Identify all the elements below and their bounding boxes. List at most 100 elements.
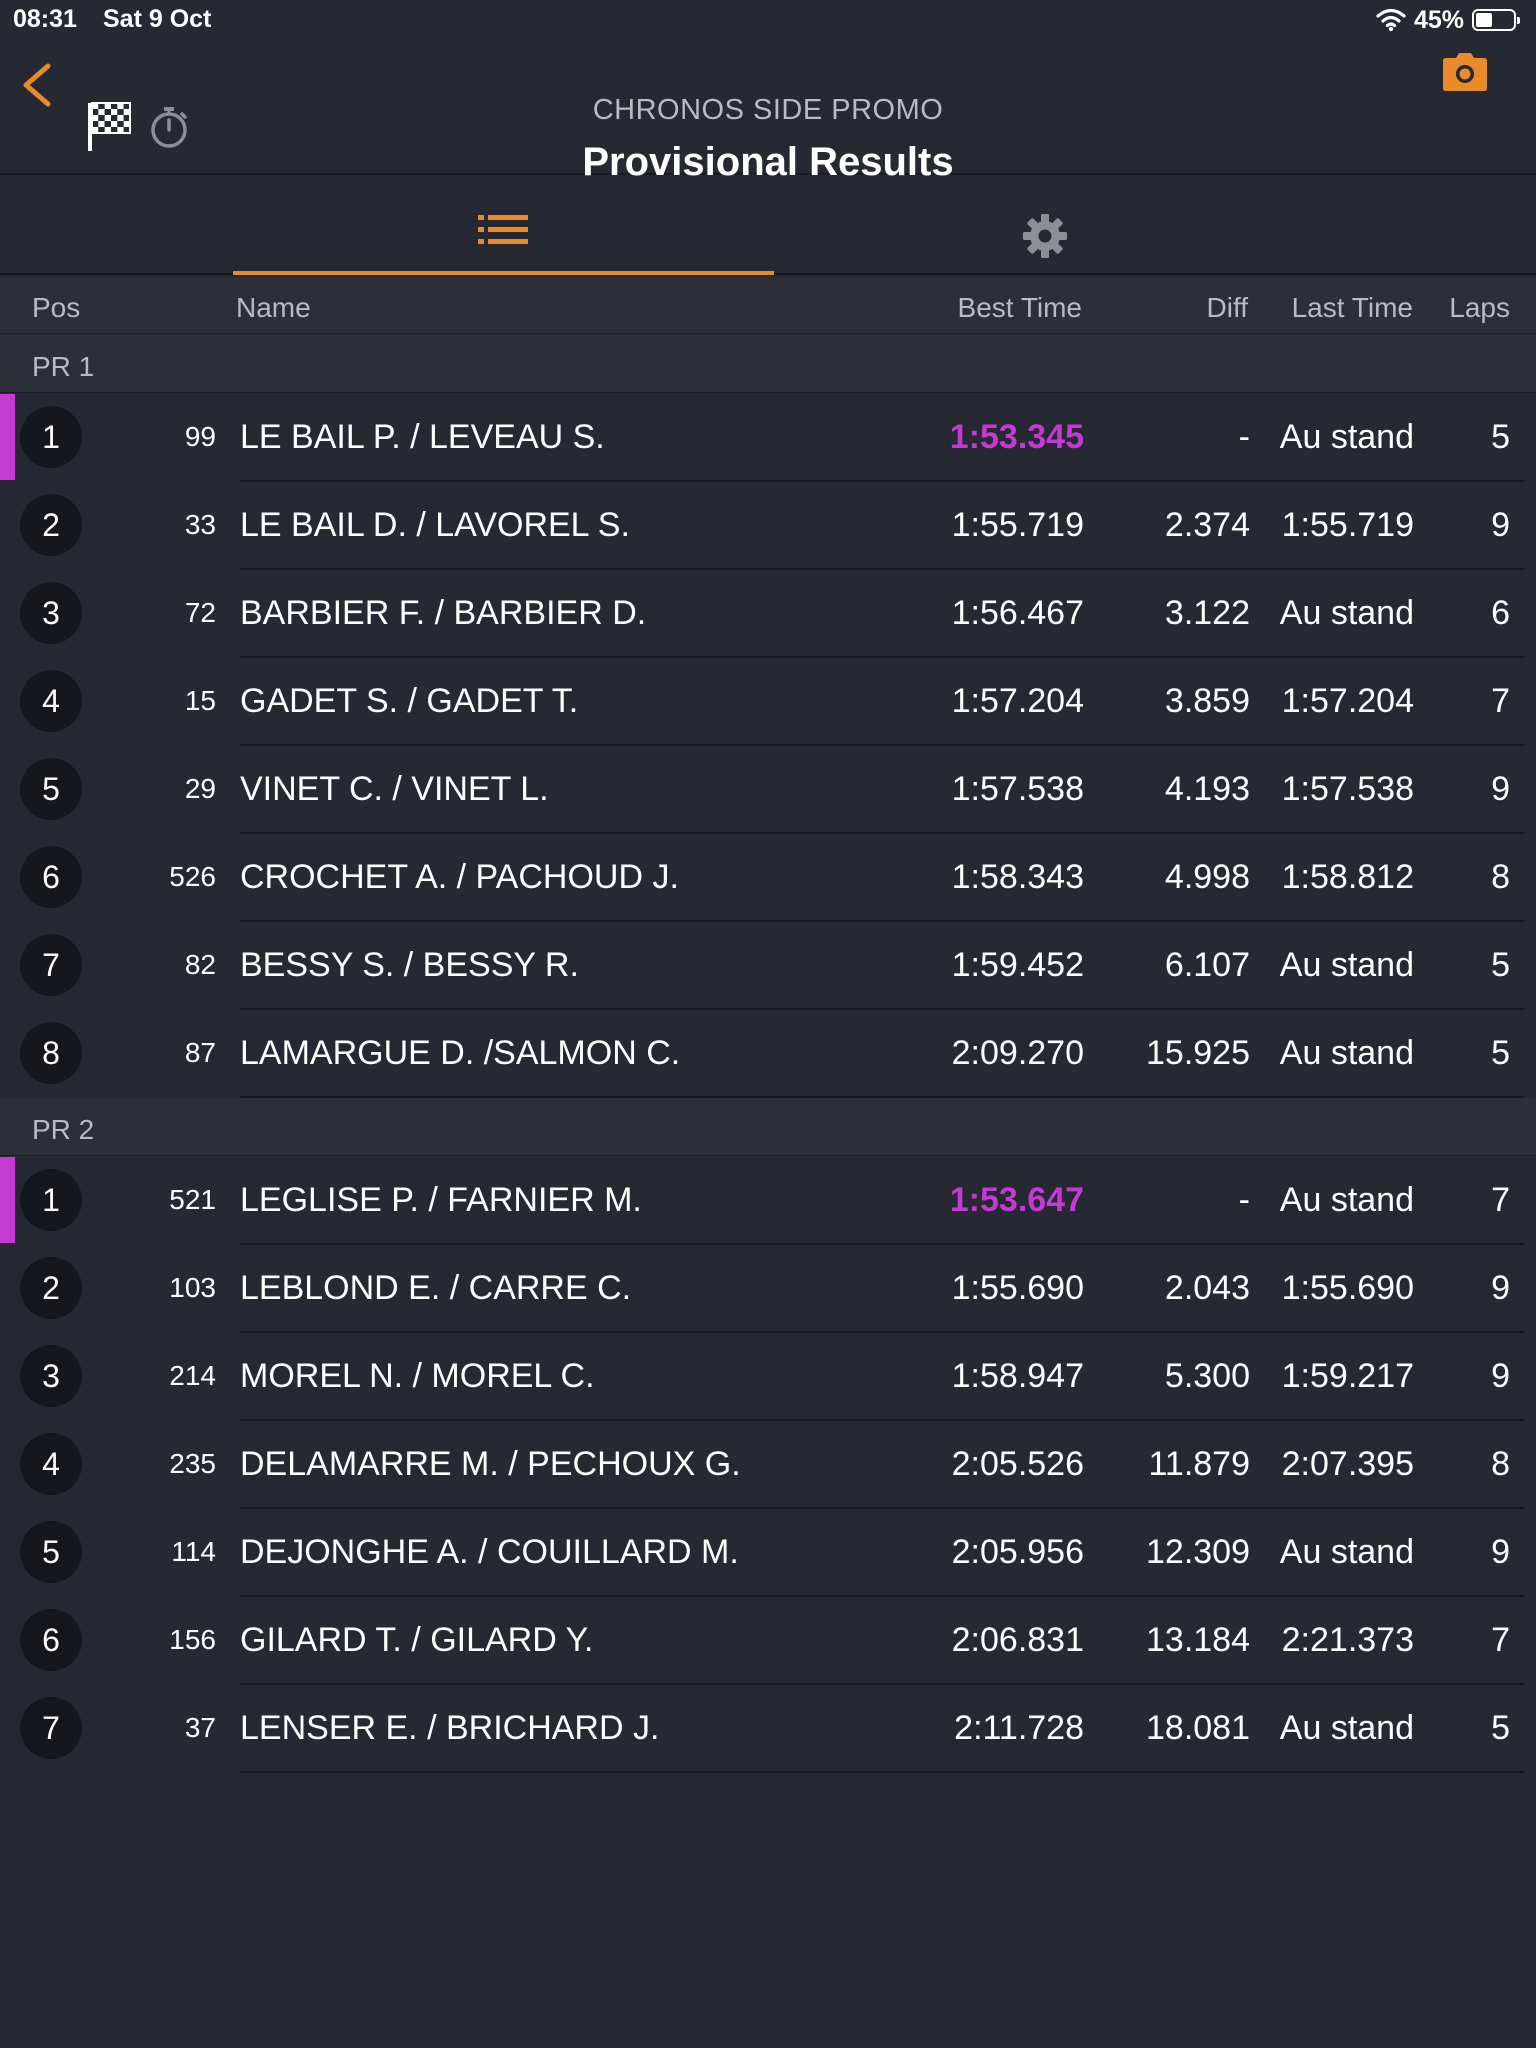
lap-count: 9 <box>1491 1269 1510 1307</box>
wifi-icon <box>1376 8 1406 32</box>
table-row[interactable]: 1 99 LE BAIL P. / LEVEAU S. 1:53.345 - Au sta… <box>0 394 1536 482</box>
last-time: 1:57.538 <box>1281 770 1414 808</box>
position-badge: 3 <box>20 582 82 644</box>
list-icon <box>477 215 528 244</box>
group-header: PR 2 <box>0 1098 1536 1156</box>
best-time: 2:05.956 <box>951 1533 1084 1571</box>
nav-header: CHRONOS SIDE PROMO Provisional Results <box>0 40 1536 184</box>
table-row[interactable]: 4 15 GADET S. / GADET T. 1:57.204 3.859 1:57.… <box>0 658 1536 746</box>
driver-names: BARBIER F. / BARBIER D. <box>240 594 647 632</box>
results-screen: 08:31 Sat 9 Oct 45% CHRONOS SIDE PROMO P… <box>0 0 1536 2048</box>
best-time: 2:11.728 <box>954 1709 1084 1747</box>
camera-icon[interactable] <box>1442 52 1488 92</box>
best-time: 2:05.526 <box>951 1445 1084 1483</box>
gear-icon <box>1022 214 1067 258</box>
kart-number: 37 <box>184 1712 216 1743</box>
group-label: PR 1 <box>32 351 95 382</box>
last-time: Au stand <box>1279 1533 1414 1571</box>
column-diff: Diff <box>1206 292 1249 323</box>
best-time: 1:53.647 <box>949 1181 1084 1219</box>
driver-names: DEJONGHE A. / COUILLARD M. <box>240 1533 739 1571</box>
driver-names: LEGLISE P. / FARNIER M. <box>240 1181 642 1219</box>
kart-number: 15 <box>184 685 216 716</box>
time-diff: - <box>1238 1181 1250 1219</box>
table-row[interactable]: 5 114 DEJONGHE A. / COUILLARD M. 2:05.956 12… <box>0 1509 1536 1597</box>
table-row[interactable]: 2 33 LE BAIL D. / LAVOREL S. 1:55.719 2.374 1… <box>0 482 1536 570</box>
last-time: 1:59.217 <box>1281 1357 1414 1395</box>
table-row[interactable]: 2 103 LEBLOND E. / CARRE C. 1:55.690 2.043 1:… <box>0 1245 1536 1333</box>
last-time: 2:21.373 <box>1281 1621 1414 1659</box>
battery-level <box>1476 13 1493 27</box>
lap-count: 9 <box>1491 1357 1510 1395</box>
time-diff: 15.925 <box>1146 1034 1250 1072</box>
time-diff: 2.043 <box>1164 1269 1250 1307</box>
best-time: 1:57.538 <box>951 770 1084 808</box>
best-time: 2:09.270 <box>951 1034 1084 1072</box>
time-diff: 3.122 <box>1164 594 1250 632</box>
fastest-lap-marker <box>0 394 15 480</box>
lap-count: 5 <box>1491 1034 1510 1072</box>
table-row[interactable]: 7 82 BESSY S. / BESSY R. 1:59.452 6.107 Au st… <box>0 922 1536 1010</box>
column-laps: Laps <box>1449 292 1510 323</box>
position-badge: 7 <box>20 1697 82 1759</box>
lap-count: 5 <box>1491 1709 1510 1747</box>
tab-results-list[interactable] <box>233 177 774 275</box>
last-time: 2:07.395 <box>1281 1445 1414 1483</box>
last-time: 1:55.719 <box>1281 506 1414 544</box>
driver-names: LE BAIL D. / LAVOREL S. <box>240 506 630 544</box>
table-row[interactable]: 4 235 DELAMARRE M. / PECHOUX G. 2:05.526 11.… <box>0 1421 1536 1509</box>
lap-count: 7 <box>1491 1621 1510 1659</box>
time-diff: 2.374 <box>1164 506 1250 544</box>
last-time: Au stand <box>1279 418 1414 456</box>
lap-count: 9 <box>1491 506 1510 544</box>
table-row[interactable]: 6 156 GILARD T. / GILARD Y. 2:06.831 13.184 2… <box>0 1597 1536 1685</box>
kart-number: 99 <box>184 421 216 452</box>
battery-tip <box>1517 17 1520 24</box>
best-time: 1:59.452 <box>951 946 1084 984</box>
best-time: 1:53.345 <box>949 418 1084 456</box>
table-row[interactable]: 3 214 MOREL N. / MOREL C. 1:58.947 5.300 1:59… <box>0 1333 1536 1421</box>
kart-number: 521 <box>169 1184 216 1215</box>
last-time: 1:57.204 <box>1281 682 1414 720</box>
best-time: 1:55.719 <box>951 506 1084 544</box>
table-row[interactable]: 7 37 LENSER E. / BRICHARD J. 2:11.728 18.081… <box>0 1685 1536 1773</box>
position-badge: 6 <box>20 846 82 908</box>
position-badge: 5 <box>20 758 82 820</box>
battery-percentage: 45% <box>1413 5 1464 34</box>
position-badge: 4 <box>20 1433 82 1495</box>
best-time: 1:55.690 <box>951 1269 1084 1307</box>
time-diff: 12.309 <box>1146 1533 1250 1571</box>
position-badge: 6 <box>20 1609 82 1671</box>
group-header: PR 1 <box>0 335 1536 393</box>
lap-count: 6 <box>1491 594 1510 632</box>
time-diff: 13.184 <box>1146 1621 1250 1659</box>
table-row[interactable]: 1 521 LEGLISE P. / FARNIER M. 1:53.647 - Au s… <box>0 1157 1536 1245</box>
best-time: 1:58.947 <box>951 1357 1084 1395</box>
lap-count: 9 <box>1491 1533 1510 1571</box>
column-pos: Pos <box>32 292 81 323</box>
last-time: Au stand <box>1279 946 1414 984</box>
table-row[interactable]: 5 29 VINET C. / VINET L. 1:57.538 4.193 1:57.… <box>0 746 1536 834</box>
lap-count: 8 <box>1491 1445 1510 1483</box>
time-diff: 6.107 <box>1164 946 1250 984</box>
kart-number: 33 <box>184 509 216 540</box>
table-row[interactable]: 3 72 BARBIER F. / BARBIER D. 1:56.467 3.122 A… <box>0 570 1536 658</box>
fastest-lap-marker <box>0 1157 15 1243</box>
kart-number: 526 <box>169 861 216 892</box>
lap-count: 9 <box>1491 770 1510 808</box>
table-row[interactable]: 8 87 LAMARGUE D. /SALMON C. 2:09.270 15.925 A… <box>0 1010 1536 1098</box>
column-last-time: Last Time <box>1291 292 1413 323</box>
last-time: Au stand <box>1279 1034 1414 1072</box>
best-time: 1:56.467 <box>951 594 1084 632</box>
driver-names: LAMARGUE D. /SALMON C. <box>240 1034 681 1072</box>
lap-count: 5 <box>1491 418 1510 456</box>
tab-settings[interactable] <box>774 177 1315 275</box>
column-best-time: Best Time <box>957 292 1082 323</box>
driver-names: VINET C. / VINET L. <box>240 770 549 808</box>
time-diff: 4.998 <box>1164 858 1250 896</box>
lap-count: 5 <box>1491 946 1510 984</box>
driver-names: DELAMARRE M. / PECHOUX G. <box>240 1445 741 1483</box>
table-row[interactable]: 6 526 CROCHET A. / PACHOUD J. 1:58.343 4.998… <box>0 834 1536 922</box>
lap-count: 8 <box>1491 858 1510 896</box>
kart-number: 103 <box>169 1272 216 1303</box>
